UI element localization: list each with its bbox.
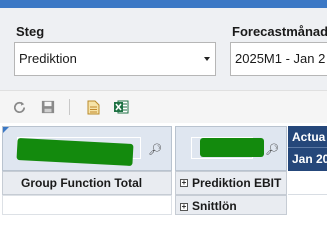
- steg-select[interactable]: Prediktion: [14, 42, 216, 76]
- binoculars-icon[interactable]: 🔎︎: [265, 143, 279, 156]
- expand-plus-icon[interactable]: +: [180, 179, 188, 187]
- row-item-label: Prediktion EBIT: [192, 176, 282, 190]
- corner-marker: [3, 127, 9, 133]
- filter-panel: Steg Prediktion Forecastmånad 2025M1 - J…: [0, 8, 327, 90]
- column-dimension-header[interactable]: 🔎︎: [175, 126, 287, 171]
- value-cell[interactable]: [288, 171, 327, 195]
- row-label-group[interactable]: Group Function Total: [2, 171, 172, 195]
- row-dimension-header[interactable]: 🔎︎: [2, 126, 172, 171]
- column-header-actual[interactable]: Actua: [288, 126, 327, 148]
- toolbar: [0, 90, 327, 124]
- excel-icon[interactable]: [113, 99, 129, 115]
- column-header-period[interactable]: Jan 20: [288, 148, 327, 171]
- binoculars-icon[interactable]: 🔎︎: [148, 143, 162, 156]
- save-icon[interactable]: [40, 99, 56, 115]
- top-strip: [0, 0, 327, 8]
- chevron-down-icon: [204, 57, 210, 61]
- forecast-select[interactable]: 2025M1 - Jan 2: [230, 42, 327, 76]
- row-item-prediktion-ebit[interactable]: + Prediktion EBIT: [175, 171, 287, 195]
- steg-label: Steg: [16, 24, 45, 39]
- pivot-grid: 🔎︎ 🔎︎ Actua Jan 20 Group Function Total …: [0, 123, 327, 215]
- document-icon[interactable]: [85, 99, 101, 115]
- redaction-mark: [200, 138, 264, 157]
- row-item-snittlon[interactable]: + Snittlön: [175, 195, 287, 215]
- row-item-label: Snittlön: [192, 199, 237, 213]
- row-label-empty: [2, 195, 172, 215]
- forecast-select-value: 2025M1 - Jan 2: [235, 51, 326, 66]
- refresh-icon[interactable]: [11, 99, 27, 115]
- redaction-mark: [16, 137, 134, 167]
- steg-select-value: Prediktion: [19, 51, 77, 66]
- expand-plus-icon[interactable]: +: [180, 203, 188, 211]
- forecast-label: Forecastmånad: [232, 24, 327, 39]
- toolbar-separator: [69, 99, 70, 115]
